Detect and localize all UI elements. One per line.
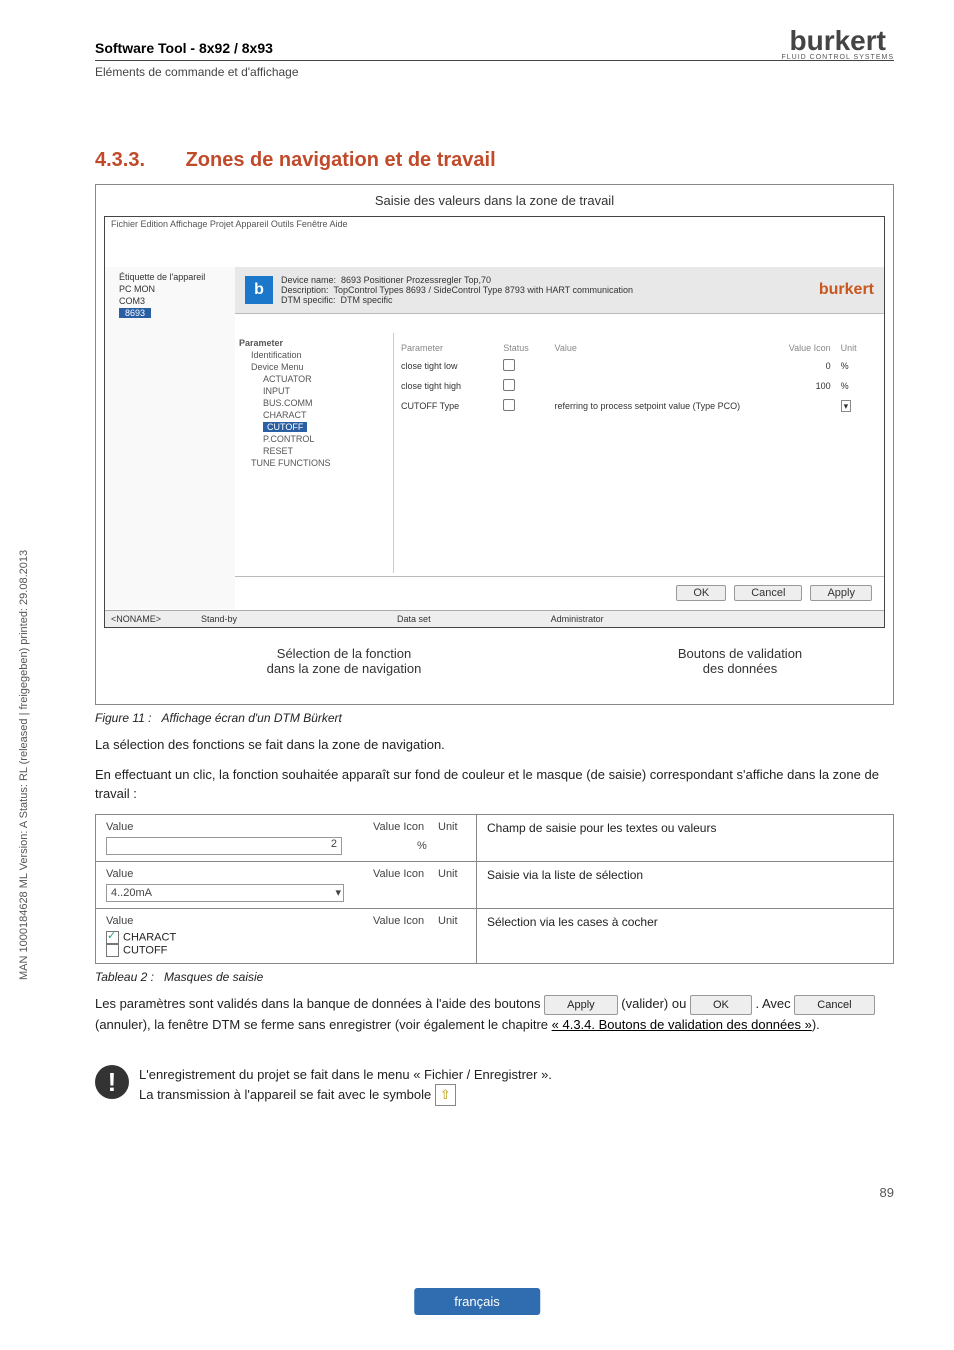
device-name-label: Device name: 8693 Positioner Prozessregl… bbox=[281, 275, 633, 285]
nav-root[interactable]: Parameter bbox=[239, 337, 389, 349]
table-row: close tight high 100% bbox=[397, 377, 872, 395]
mask-cell-list: ValueValue IconUnit 4..20mA▾ bbox=[96, 861, 477, 908]
nav-cutoff[interactable]: CUTOFF bbox=[239, 421, 389, 433]
note-line-1: L'enregistrement du projet se fait dans … bbox=[139, 1065, 552, 1085]
side-doc-id: MAN 1000184628 ML Version: A Status: RL … bbox=[18, 550, 30, 980]
col-status: Status bbox=[499, 341, 548, 355]
page-header: Software Tool - 8x92 / 8x93 Eléments de … bbox=[95, 40, 894, 79]
nav-zone: Parameter Identification Device Menu ACT… bbox=[235, 333, 394, 573]
section-heading: 4.3.3. Zones de navigation et de travail bbox=[95, 149, 894, 172]
paragraph-1: La sélection des fonctions se fait dans … bbox=[95, 735, 894, 755]
shot-titlebar: Fichier Edition Affichage Projet Apparei… bbox=[111, 219, 347, 229]
text-input[interactable]: 2 bbox=[106, 837, 342, 855]
mask-table: ValueValue IconUnit 2% Champ de saisie p… bbox=[95, 814, 894, 964]
device-desc-label: Description: TopControl Types 8693 / Sid… bbox=[281, 285, 633, 295]
shot-statusbar: <NONAME> Stand-by Data set Administrator bbox=[105, 610, 884, 627]
tree-pcmon[interactable]: PC MON bbox=[111, 283, 241, 295]
mask-cell-text: ValueValue IconUnit 2% bbox=[96, 814, 477, 861]
nav-ident[interactable]: Identification bbox=[239, 349, 389, 361]
header-subtitle: Eléments de commande et d'affichage bbox=[95, 65, 894, 79]
paragraph-3: Les paramètres sont validés dans la banq… bbox=[95, 994, 894, 1035]
col-unit: Unit bbox=[837, 341, 872, 355]
nav-input[interactable]: INPUT bbox=[239, 385, 389, 397]
note-line-2: La transmission à l'appareil se fait ave… bbox=[139, 1084, 552, 1106]
mask-desc-list: Saisie via la liste de sélection bbox=[477, 861, 894, 908]
ok-button[interactable]: OK bbox=[676, 585, 726, 601]
nav-tune[interactable]: TUNE FUNCTIONS bbox=[239, 457, 389, 469]
project-tree: Étiquette de l'appareil PC MON COM3 8693 bbox=[105, 267, 248, 609]
dtm-header: b Device name: 8693 Positioner Prozessre… bbox=[235, 267, 884, 314]
warning-icon: ! bbox=[95, 1065, 129, 1099]
tree-device[interactable]: 8693 bbox=[111, 307, 241, 319]
section-number: 4.3.3. bbox=[95, 149, 180, 172]
dtm-panel: b Device name: 8693 Positioner Prozessre… bbox=[235, 267, 884, 609]
figure-caption: Figure 11 : Affichage écran d'un DTM Bür… bbox=[95, 711, 894, 725]
status-icon bbox=[503, 359, 515, 371]
mask-desc-check: Sélection via les cases à cocher bbox=[477, 908, 894, 963]
apply-button[interactable]: Apply bbox=[810, 585, 872, 601]
table-caption: Tableau 2 : Masques de saisie bbox=[95, 970, 894, 984]
mask-cell-check: ValueValue IconUnit CHARACT CUTOFF bbox=[96, 908, 477, 963]
callout-left: Sélection de la fonctiondans la zone de … bbox=[234, 646, 454, 676]
paragraph-2: En effectuant un clic, la fonction souha… bbox=[95, 765, 894, 804]
nav-actuator[interactable]: ACTUATOR bbox=[239, 373, 389, 385]
panel-logo: burkert bbox=[819, 281, 874, 299]
status-icon bbox=[503, 379, 515, 391]
note-box: ! L'enregistrement du projet se fait dan… bbox=[95, 1065, 894, 1106]
nav-pcontrol[interactable]: P.CONTROL bbox=[239, 433, 389, 445]
button-bar: OK Cancel Apply bbox=[235, 576, 884, 609]
table-row: CUTOFF Type referring to process setpoin… bbox=[397, 397, 872, 415]
chevron-down-icon[interactable]: ▾ bbox=[841, 400, 852, 412]
param-table: Parameter Status Value Value Icon Unit c… bbox=[395, 339, 874, 417]
cancel-button[interactable]: Cancel bbox=[734, 585, 802, 601]
callout-right: Boutons de validationdes données bbox=[635, 646, 845, 676]
figure-top-caption: Saisie des valeurs dans la zone de trava… bbox=[104, 193, 885, 208]
header-rule bbox=[95, 60, 894, 61]
upload-icon: ⇧ bbox=[435, 1084, 456, 1106]
checkbox-charact[interactable] bbox=[106, 931, 119, 944]
burkert-logo: burkert FLUID CONTROL SYSTEMS bbox=[781, 30, 894, 61]
link-chapter[interactable]: « 4.3.4. Boutons de validation des donné… bbox=[552, 1017, 812, 1032]
work-zone: Parameter Status Value Value Icon Unit c… bbox=[385, 333, 884, 573]
device-dtm-label: DTM specific: DTM specific bbox=[281, 295, 633, 305]
apply-button-inline[interactable]: Apply bbox=[544, 995, 618, 1016]
dtm-screenshot: Fichier Edition Affichage Projet Apparei… bbox=[104, 216, 885, 628]
header-title: Software Tool - 8x92 / 8x93 bbox=[95, 40, 894, 56]
table-row: close tight low 0% bbox=[397, 357, 872, 375]
logo-tagline: FLUID CONTROL SYSTEMS bbox=[781, 54, 894, 61]
device-icon: b bbox=[245, 276, 273, 304]
language-badge: français bbox=[414, 1288, 540, 1315]
tree-root[interactable]: Étiquette de l'appareil bbox=[111, 271, 241, 283]
mask-desc-text: Champ de saisie pour les textes ou valeu… bbox=[477, 814, 894, 861]
tree-com[interactable]: COM3 bbox=[111, 295, 241, 307]
nav-reset[interactable]: RESET bbox=[239, 445, 389, 457]
col-param: Parameter bbox=[397, 341, 497, 355]
section-title: Zones de navigation et de travail bbox=[186, 149, 496, 171]
chevron-down-icon: ▾ bbox=[335, 886, 341, 899]
dropdown[interactable]: 4..20mA▾ bbox=[106, 884, 344, 902]
logo-text: burkert bbox=[781, 30, 894, 52]
figure-container: Saisie des valeurs dans la zone de trava… bbox=[95, 184, 894, 705]
cancel-button-inline[interactable]: Cancel bbox=[794, 995, 874, 1016]
nav-devmenu[interactable]: Device Menu bbox=[239, 361, 389, 373]
ok-button-inline[interactable]: OK bbox=[690, 995, 752, 1016]
nav-charact[interactable]: CHARACT bbox=[239, 409, 389, 421]
col-value: Value bbox=[551, 341, 658, 355]
status-icon bbox=[503, 399, 515, 411]
col-valueicon: Value Icon bbox=[659, 341, 834, 355]
page-number: 89 bbox=[880, 1185, 894, 1200]
checkbox-cutoff[interactable] bbox=[106, 944, 119, 957]
nav-buscomm[interactable]: BUS.COMM bbox=[239, 397, 389, 409]
